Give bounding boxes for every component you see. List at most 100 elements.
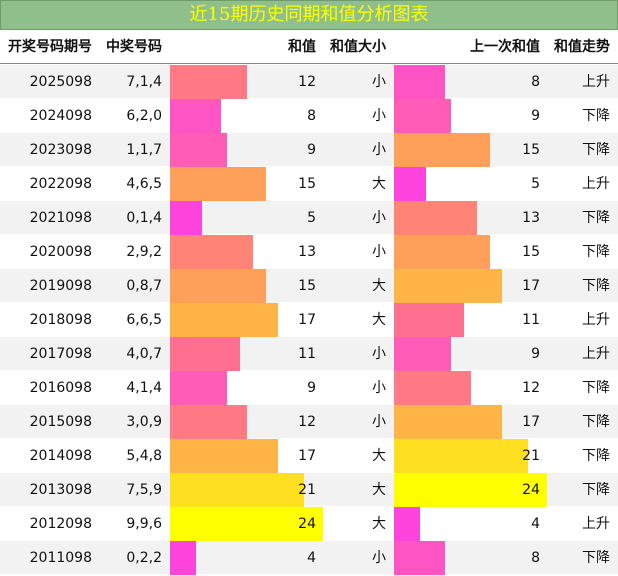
sum-cell: 12 (298, 414, 316, 430)
sum-cell: 21 (298, 482, 316, 498)
prev-sum-cell: 12 (522, 380, 540, 396)
prev-sum-cell: 17 (522, 414, 540, 430)
numbers-cell: 5,4,8 (126, 448, 162, 464)
chart-title: 近15期历史同期和值分析图表 (0, 0, 618, 30)
trend-cell: 上升 (582, 176, 610, 192)
numbers-cell: 6,2,0 (126, 108, 162, 124)
size-cell: 大 (372, 312, 386, 328)
header-numbers: 中奖号码 (106, 39, 162, 55)
trend-cell: 上升 (582, 312, 610, 328)
prev-sum-cell: 24 (522, 482, 540, 498)
trend-cell: 下降 (582, 448, 610, 464)
prev-sum-cell: 17 (522, 278, 540, 294)
sum-cell: 15 (298, 176, 316, 192)
table-row: 2014098 5,4,8 17 大 21 下降 (0, 439, 618, 473)
sum-cell: 24 (298, 516, 316, 532)
size-cell: 小 (372, 108, 386, 124)
size-cell: 大 (372, 176, 386, 192)
prev-sum-cell: 8 (531, 74, 540, 90)
sum-cell: 11 (298, 346, 316, 362)
period-cell: 2021098 (29, 210, 92, 226)
prev-sum-cell: 11 (522, 312, 540, 328)
trend-cell: 上升 (582, 516, 610, 532)
numbers-cell: 4,1,4 (126, 380, 162, 396)
size-cell: 小 (372, 74, 386, 90)
prev-sum-cell: 5 (531, 176, 540, 192)
size-cell: 大 (372, 278, 386, 294)
size-cell: 小 (372, 550, 386, 566)
period-cell: 2019098 (29, 278, 92, 294)
numbers-cell: 3,0,9 (126, 414, 162, 430)
size-cell: 小 (372, 210, 386, 226)
sum-cell: 15 (298, 278, 316, 294)
numbers-cell: 4,6,5 (126, 176, 162, 192)
table-row: 2024098 6,2,0 8 小 9 下降 (0, 99, 618, 133)
sum-cell: 5 (307, 210, 316, 226)
period-cell: 2014098 (29, 448, 92, 464)
sum-cell: 9 (307, 142, 316, 158)
prev-sum-cell: 13 (522, 210, 540, 226)
period-cell: 2016098 (29, 380, 92, 396)
table-row: 2016098 4,1,4 9 小 12 下降 (0, 371, 618, 405)
prev-sum-cell: 21 (522, 448, 540, 464)
table-row: 2018098 6,6,5 17 大 11 上升 (0, 303, 618, 337)
size-cell: 小 (372, 142, 386, 158)
trend-cell: 下降 (582, 108, 610, 124)
numbers-cell: 0,1,4 (126, 210, 162, 226)
header-sum: 和值 (288, 39, 316, 55)
numbers-cell: 7,1,4 (126, 74, 162, 90)
period-cell: 2024098 (29, 108, 92, 124)
table-row: 2023098 1,1,7 9 小 15 下降 (0, 133, 618, 167)
period-cell: 2023098 (29, 142, 92, 158)
numbers-cell: 0,2,2 (126, 550, 162, 566)
table-row: 2015098 3,0,9 12 小 17 下降 (0, 405, 618, 439)
period-cell: 2018098 (29, 312, 92, 328)
size-cell: 大 (372, 448, 386, 464)
numbers-cell: 0,8,7 (126, 278, 162, 294)
numbers-cell: 9,9,6 (126, 516, 162, 532)
trend-cell: 下降 (582, 278, 610, 294)
table-row: 2022098 4,6,5 15 大 5 上升 (0, 167, 618, 201)
header-trend: 和值走势 (554, 39, 610, 55)
trend-cell: 下降 (582, 142, 610, 158)
table-row: 2020098 2,9,2 13 小 15 下降 (0, 235, 618, 269)
trend-cell: 下降 (582, 244, 610, 260)
trend-cell: 下降 (582, 380, 610, 396)
sum-cell: 9 (307, 380, 316, 396)
numbers-cell: 6,6,5 (126, 312, 162, 328)
table-row: 2021098 0,1,4 5 小 13 下降 (0, 201, 618, 235)
prev-sum-cell: 8 (531, 550, 540, 566)
prev-sum-cell: 9 (531, 346, 540, 362)
numbers-cell: 2,9,2 (126, 244, 162, 260)
trend-cell: 下降 (582, 210, 610, 226)
trend-cell: 下降 (582, 550, 610, 566)
period-cell: 2025098 (29, 74, 92, 90)
trend-cell: 下降 (582, 482, 610, 498)
numbers-cell: 4,0,7 (126, 346, 162, 362)
table-row: 2012098 9,9,6 24 大 4 上升 (0, 507, 618, 541)
sum-cell: 8 (307, 108, 316, 124)
size-cell: 小 (372, 414, 386, 430)
period-cell: 2013098 (29, 482, 92, 498)
period-cell: 2012098 (29, 516, 92, 532)
table-row: 2013098 7,5,9 21 大 24 下降 (0, 473, 618, 507)
trend-cell: 上升 (582, 74, 610, 90)
sum-cell: 12 (298, 74, 316, 90)
prev-sum-cell: 15 (522, 244, 540, 260)
header-prev-sum: 上一次和值 (470, 39, 540, 55)
trend-cell: 下降 (582, 414, 610, 430)
period-cell: 2017098 (29, 346, 92, 362)
numbers-cell: 1,1,7 (126, 142, 162, 158)
size-cell: 小 (372, 244, 386, 260)
table-row: 2025098 7,1,4 12 小 8 上升 (0, 65, 618, 99)
header-size: 和值大小 (330, 39, 386, 55)
period-cell: 2020098 (29, 244, 92, 260)
table-row: 2011098 0,2,2 4 小 8 下降 (0, 541, 618, 575)
trend-cell: 上升 (582, 346, 610, 362)
prev-sum-cell: 4 (531, 516, 540, 532)
size-cell: 大 (372, 516, 386, 532)
size-cell: 大 (372, 482, 386, 498)
table-row: 2017098 4,0,7 11 小 9 上升 (0, 337, 618, 371)
prev-sum-cell: 15 (522, 142, 540, 158)
size-cell: 小 (372, 380, 386, 396)
